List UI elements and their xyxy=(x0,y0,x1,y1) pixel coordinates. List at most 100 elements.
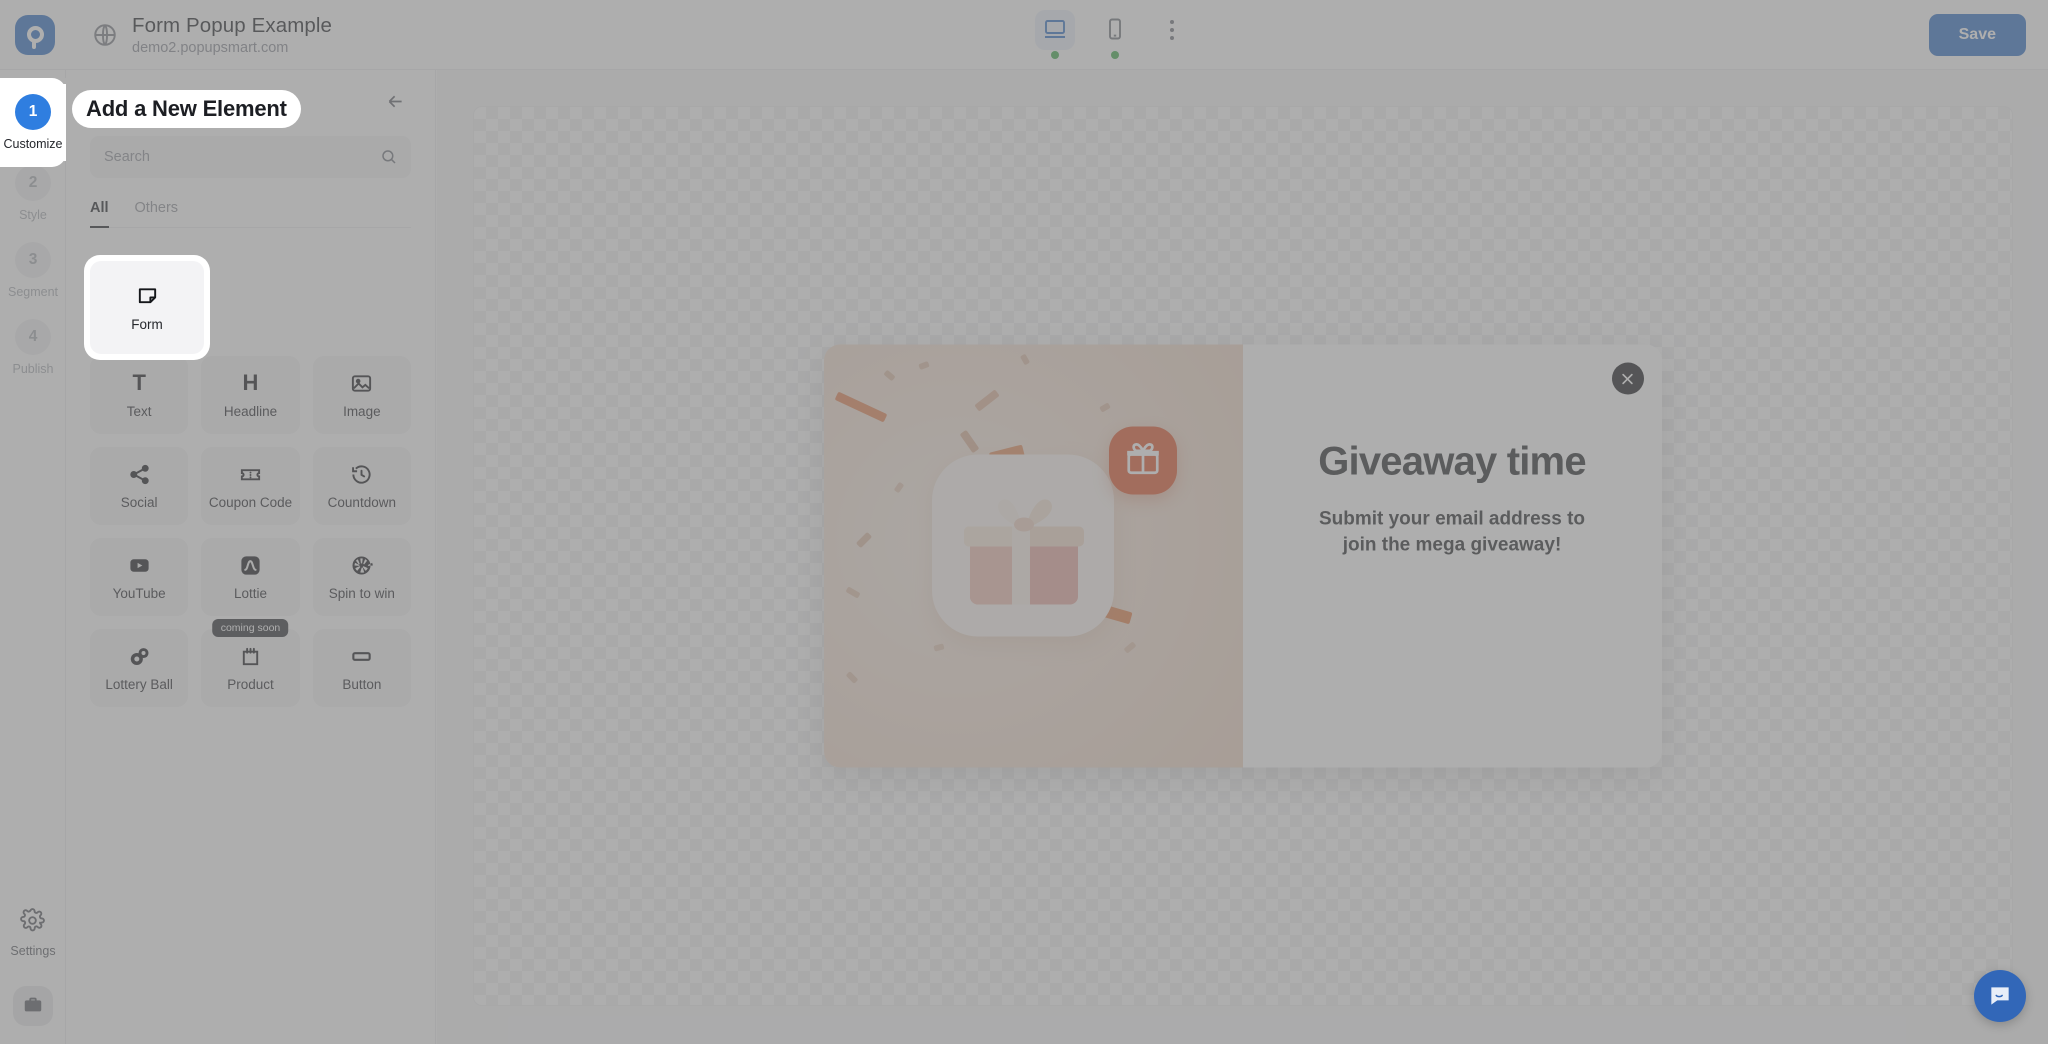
save-button[interactable]: Save xyxy=(1928,14,2026,56)
element-label: Social xyxy=(120,495,158,510)
element-label: Product xyxy=(227,677,274,692)
desktop-status-dot xyxy=(1051,51,1059,59)
share-icon xyxy=(128,462,151,486)
element-card-spin-to-win[interactable]: Spin to win xyxy=(312,538,411,616)
close-icon[interactable] xyxy=(1611,362,1644,395)
popupsmart-logo-icon xyxy=(15,14,55,55)
element-card-product[interactable]: coming soon Product xyxy=(201,619,300,707)
popup-subheading: Submit your email address to join the me… xyxy=(1319,507,1585,558)
tab-others[interactable]: Others xyxy=(135,200,179,227)
element-label: Spin to win xyxy=(328,586,395,601)
arrow-left-icon xyxy=(385,91,406,115)
confetti xyxy=(1122,641,1137,654)
clock-rewind-icon xyxy=(350,462,373,486)
site-info: Form Popup Example demo2.popupsmart.com xyxy=(92,14,332,56)
element-card-coupon-code[interactable]: Coupon Code xyxy=(201,447,300,525)
mobile-icon xyxy=(1103,17,1127,44)
gift-box-illustration xyxy=(963,499,1084,605)
confetti xyxy=(973,389,1000,412)
chat-bubble-icon[interactable] xyxy=(1974,970,2026,1022)
search-icon[interactable] xyxy=(380,148,398,166)
element-card-social[interactable]: Social xyxy=(90,447,189,525)
popup-subheading-line2: join the mega giveaway! xyxy=(1342,534,1562,556)
element-card-form[interactable]: Form xyxy=(90,261,204,354)
rail-bottom: Settings xyxy=(0,908,66,1026)
search-input[interactable] xyxy=(90,136,411,178)
element-card-lottie[interactable]: Lottie xyxy=(201,538,300,616)
wheel-icon xyxy=(350,553,374,577)
back-button[interactable] xyxy=(379,87,411,119)
step-label: Style xyxy=(19,208,47,222)
desktop-icon xyxy=(1043,17,1067,44)
device-preview-toggle xyxy=(1035,10,1189,59)
app-logo[interactable] xyxy=(0,0,70,70)
search-box xyxy=(90,136,411,178)
element-card-lottery-ball[interactable]: Lottery Ball xyxy=(90,629,189,707)
sidebar-item-settings[interactable]: Settings xyxy=(10,908,56,958)
mobile-preview-button[interactable] xyxy=(1095,10,1135,59)
element-card-headline[interactable]: H Headline xyxy=(201,356,300,434)
panel-title-highlight: Add a New Element xyxy=(86,96,287,121)
app-root: Form Popup Example demo2.popupsmart.com xyxy=(0,0,2048,1044)
transparent-canvas-area: Giveaway time Submit your email address … xyxy=(472,106,2013,1006)
desktop-preview-button[interactable] xyxy=(1035,10,1075,59)
element-label: Button xyxy=(342,677,382,692)
element-grid: T Text H Headline Image Social Coupon Co… xyxy=(90,356,411,707)
top-bar: Form Popup Example demo2.popupsmart.com xyxy=(0,0,2048,70)
globe-icon xyxy=(92,22,118,48)
element-card-youtube[interactable]: YouTube xyxy=(90,538,189,616)
lottie-icon xyxy=(239,553,262,577)
step-number: 3 xyxy=(15,242,51,278)
step-number: 2 xyxy=(15,165,51,201)
step-rail: 1 Customize 2 Style 3 Segment 4 Publish xyxy=(0,70,66,1044)
settings-label: Settings xyxy=(10,944,56,958)
chat-icon xyxy=(1991,987,2009,1005)
youtube-icon xyxy=(128,553,151,577)
popup-text-side: Giveaway time Submit your email address … xyxy=(1242,344,1662,768)
briefcase-button[interactable] xyxy=(13,986,53,1026)
tab-all[interactable]: All xyxy=(90,200,109,228)
preview-canvas: Giveaway time Submit your email address … xyxy=(437,70,2048,1044)
element-label: Form xyxy=(131,316,163,332)
kebab-menu-icon[interactable] xyxy=(1155,10,1189,50)
confetti xyxy=(893,481,904,494)
element-card-image[interactable]: Image xyxy=(312,356,411,434)
confetti xyxy=(959,429,979,454)
product-icon xyxy=(239,644,262,668)
site-url: demo2.popupsmart.com xyxy=(132,39,289,56)
image-icon xyxy=(350,371,373,395)
sidebar-step-segment[interactable]: 3 Segment xyxy=(0,232,66,309)
sidebar-step-publish[interactable]: 4 Publish xyxy=(0,309,66,386)
briefcase-icon xyxy=(22,994,44,1019)
coming-soon-badge: coming soon xyxy=(212,619,289,637)
step-number: 4 xyxy=(15,319,51,355)
element-card-countdown[interactable]: Countdown xyxy=(312,447,411,525)
element-card-button[interactable]: Button xyxy=(312,629,411,707)
grid-spacer xyxy=(313,254,411,332)
popup-subheading-line1: Submit your email address to xyxy=(1318,508,1586,530)
step-label: Publish xyxy=(12,362,54,376)
element-label: Coupon Code xyxy=(208,495,293,510)
ticket-icon xyxy=(239,462,262,486)
confetti xyxy=(932,643,945,652)
popup-heading: Giveaway time xyxy=(1318,439,1586,484)
page-title: Form Popup Example xyxy=(132,13,333,37)
spotlight-step-customize[interactable]: 1 Customize xyxy=(0,78,66,167)
element-label: Text xyxy=(126,404,152,419)
grid-spacer xyxy=(201,254,299,332)
element-card-text[interactable]: T Text xyxy=(90,356,189,434)
form-icon xyxy=(136,284,159,308)
step-label: Segment xyxy=(7,285,59,299)
gift-badge xyxy=(1108,426,1177,495)
popup-preview[interactable]: Giveaway time Submit your email address … xyxy=(823,344,1662,768)
gear-icon xyxy=(20,908,46,938)
gift-icon xyxy=(1124,439,1162,482)
confetti xyxy=(1019,353,1030,366)
button-icon xyxy=(350,644,373,668)
step-label: Customize xyxy=(3,137,63,151)
element-label: Lottie xyxy=(233,586,267,601)
sidebar-step-customize-highlight[interactable]: 1 Customize xyxy=(0,84,66,161)
spotlight-form-element[interactable]: Form xyxy=(84,255,210,360)
lottery-ball-icon xyxy=(128,644,151,668)
text-icon: T xyxy=(132,370,146,395)
